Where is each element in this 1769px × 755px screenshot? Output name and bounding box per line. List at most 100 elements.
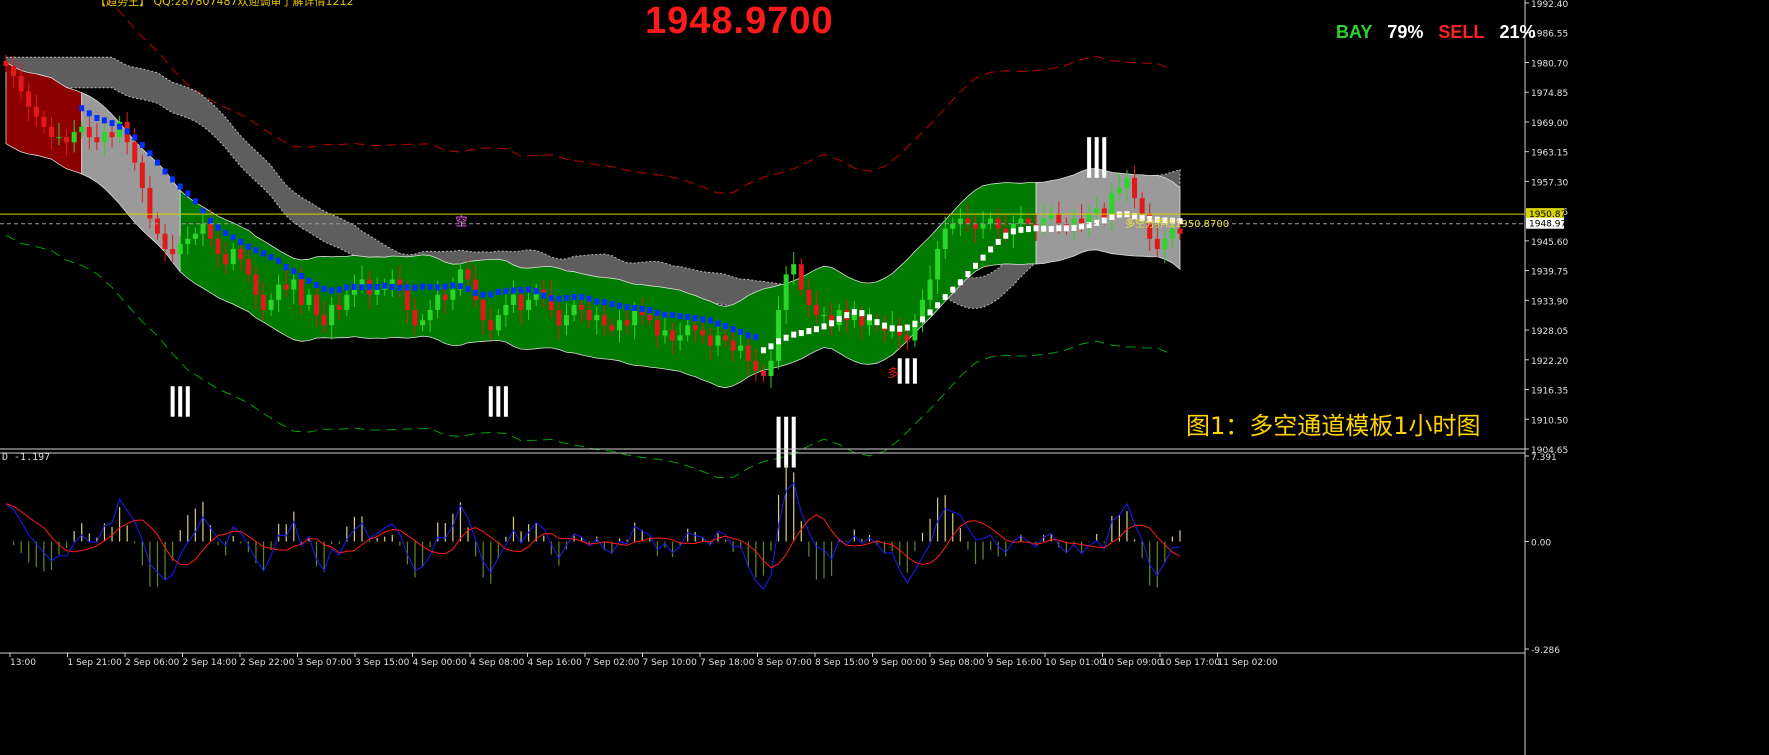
candle-body: [192, 233, 198, 239]
trend-dot: [988, 246, 994, 253]
candle-body: [291, 279, 297, 290]
trend-dot: [1010, 228, 1016, 235]
trend-dot: [518, 287, 524, 294]
trend-dot: [147, 150, 153, 157]
extreme-bar: [912, 358, 917, 384]
trend-dot: [980, 254, 986, 261]
trend-dot: [1056, 225, 1062, 232]
trend-dot: [261, 250, 267, 257]
trend-dot: [480, 291, 486, 298]
trend-dot: [579, 294, 585, 301]
candle-body: [442, 294, 448, 300]
trend-dot: [132, 134, 138, 141]
candle-body: [798, 264, 804, 290]
x-tick-label: 4 Sep 08:00: [470, 658, 525, 668]
candle-body: [526, 299, 532, 310]
extreme-bar: [776, 416, 781, 468]
price-chart[interactable]: 多空 1992.401986.551980.701974.851969.0019…: [0, 0, 1769, 755]
x-tick-label: 3 Sep 15:00: [355, 658, 410, 668]
axes: 1992.40 1986.55 1980.70 1974.85 1969.00 1963.…: [0, 0, 1568, 755]
candle-body: [154, 218, 160, 234]
trend-dot: [1094, 219, 1100, 226]
y-tick-label: 1916.35: [1531, 387, 1568, 397]
candle-body: [972, 223, 978, 229]
trend-dot: [488, 291, 494, 298]
trend-dot: [162, 168, 168, 175]
candle-body: [927, 279, 933, 300]
candle-body: [94, 137, 100, 143]
candle-body: [1018, 218, 1024, 224]
candle-body: [563, 315, 569, 326]
trend-dot: [836, 315, 842, 322]
x-tick-label: 2 Sep 14:00: [183, 658, 238, 668]
header-info: 【趋势王】 QQ:287807487欢迎调审了解详情1212: [95, 0, 354, 8]
candle-body: [647, 315, 653, 321]
trend-dot: [927, 309, 933, 316]
trend-dot: [768, 343, 774, 350]
x-tick-label: 1 Sep 21:00: [68, 658, 123, 668]
x-tick-label: 10 Sep 09:00: [1103, 658, 1163, 668]
trend-dot: [101, 117, 107, 124]
candle-body: [374, 289, 380, 295]
y-tick-label: 1939.75: [1531, 268, 1568, 278]
candle-body: [1132, 177, 1138, 199]
trend-dot: [821, 323, 827, 330]
candle-body: [314, 294, 320, 316]
candle-body: [624, 320, 630, 326]
trend-dot: [700, 316, 706, 323]
trend-dot: [662, 311, 668, 318]
figure-caption: 图1：多空通道模板1小时图: [1186, 412, 1481, 440]
indicator-tick-label: -9.286: [1531, 646, 1560, 656]
trend-dot: [972, 262, 978, 269]
candle-body: [859, 315, 865, 326]
extreme-bar: [496, 386, 501, 417]
candle-body: [776, 309, 782, 361]
trend-dot: [336, 286, 342, 293]
candle-body: [238, 248, 244, 260]
candle-body: [715, 335, 721, 346]
candle-body: [336, 304, 342, 310]
candle-body: [738, 345, 744, 351]
candle-body: [753, 360, 759, 371]
trend-dot: [427, 283, 433, 290]
trend-dot: [753, 333, 759, 340]
bay-label: BAY: [1336, 22, 1373, 42]
candle-body: [64, 137, 70, 143]
trend-dot: [677, 313, 683, 320]
candle-body: [359, 279, 365, 285]
candle-body: [518, 294, 524, 310]
candle-body: [760, 370, 766, 377]
extreme-bar: [170, 386, 175, 417]
trend-dot: [738, 328, 744, 335]
trend-dot: [670, 312, 676, 319]
trend-dot: [223, 229, 229, 236]
candle-body: [1079, 218, 1085, 224]
candle-body: [866, 320, 872, 326]
candle-body: [806, 289, 812, 305]
trend-dot: [1116, 211, 1122, 218]
trend-dot: [1018, 226, 1024, 233]
trend-dot: [617, 302, 623, 309]
trend-dot: [473, 289, 479, 296]
trend-dot: [965, 271, 971, 278]
trend-dot: [730, 326, 736, 333]
trend-dot: [1026, 226, 1032, 233]
trend-dot: [654, 309, 660, 316]
trend-dot: [283, 263, 289, 270]
candle-body: [170, 248, 176, 255]
trend-dot: [1048, 226, 1054, 233]
trend-dot: [995, 238, 1001, 245]
trend-dot: [200, 208, 206, 215]
x-tick-label: 9 Sep 08:00: [930, 658, 985, 668]
candle-body: [692, 325, 698, 331]
trend-dot: [344, 284, 350, 291]
trend-dot: [404, 284, 410, 291]
trend-dot: [624, 304, 630, 311]
candle-body: [132, 142, 138, 163]
trend-dot: [298, 272, 304, 279]
extreme-bar: [905, 358, 910, 384]
bay-percent: 79%: [1387, 22, 1424, 42]
trend-dot: [609, 301, 615, 308]
trend-dot: [359, 284, 365, 291]
candle-body: [851, 315, 857, 321]
